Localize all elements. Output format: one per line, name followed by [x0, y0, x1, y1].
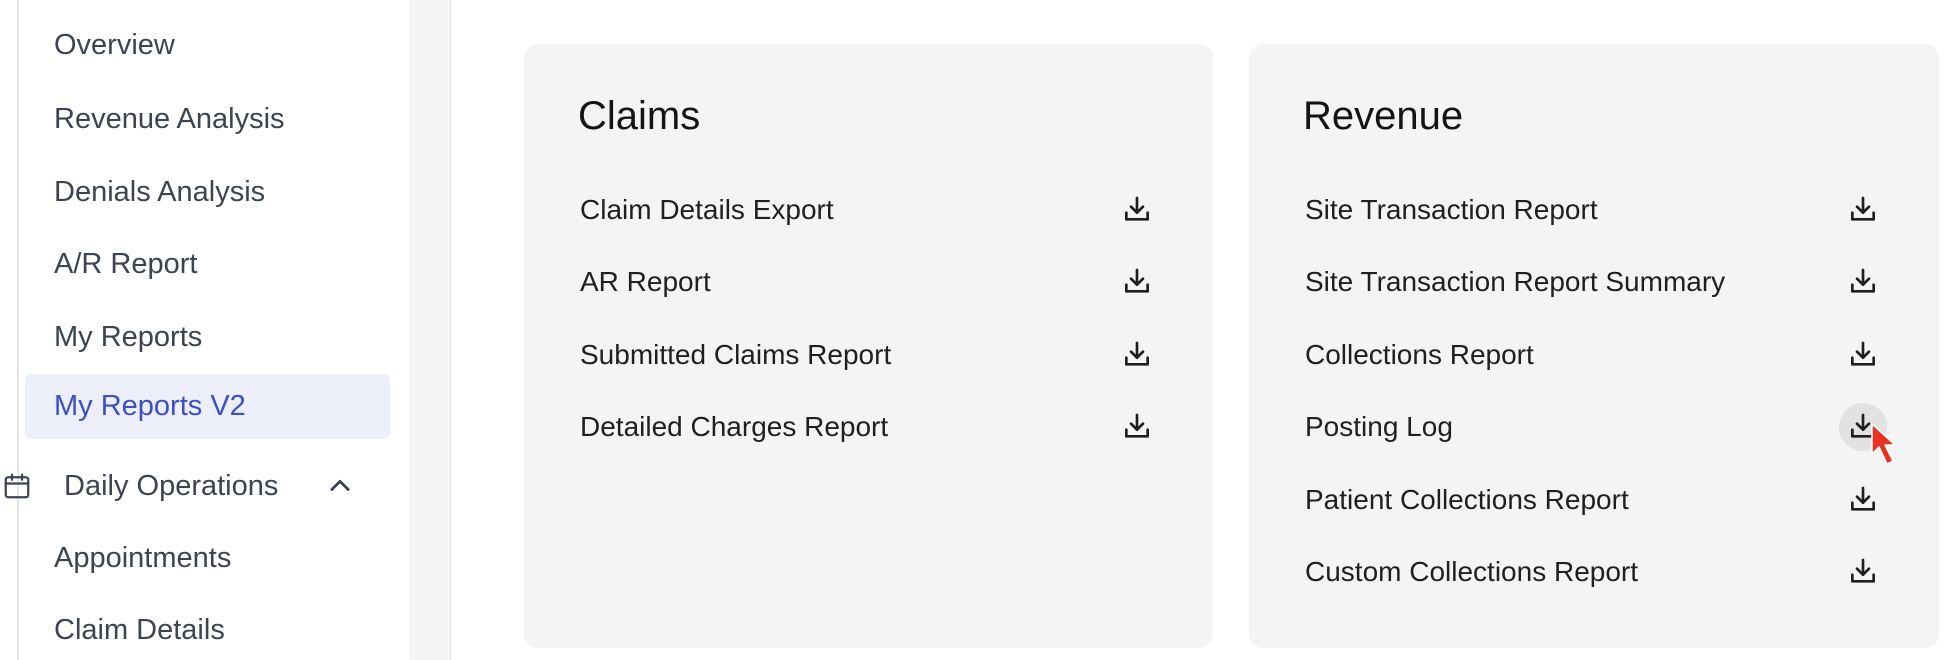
report-row-site-transaction-report-summary[interactable]: Site Transaction Report Summary: [1305, 257, 1899, 307]
download-icon: [1125, 196, 1149, 221]
download-icon: [1851, 268, 1875, 293]
download-icon: [1851, 341, 1875, 366]
download-icon: [1125, 268, 1149, 293]
sidebar-item-label: Overview: [54, 29, 175, 61]
download-button[interactable]: [1839, 331, 1887, 379]
section-daily-operations[interactable]: Daily Operations: [0, 456, 390, 516]
report-row-custom-collections-report[interactable]: Custom Collections Report: [1305, 547, 1899, 597]
download-icon: [1851, 196, 1875, 221]
mouse-cursor-icon: [1871, 423, 1896, 465]
sidebar-divider: [409, 0, 451, 660]
report-label: Site Transaction Report: [1305, 194, 1598, 225]
download-button[interactable]: [1113, 186, 1161, 234]
sidebar: Overview Revenue Analysis Denials Analys…: [0, 0, 409, 660]
calendar-icon: [4, 473, 30, 499]
sidebar-item-label: A/R Report: [54, 248, 198, 280]
report-row-ar-report[interactable]: AR Report: [580, 257, 1173, 307]
download-icon: [1125, 341, 1149, 366]
section-rail: [17, 525, 19, 660]
report-row-site-transaction-report[interactable]: Site Transaction Report: [1305, 185, 1899, 235]
download-button[interactable]: [1113, 331, 1161, 379]
report-row-posting-log[interactable]: Posting Log: [1305, 402, 1899, 452]
section-label: Daily Operations: [64, 469, 279, 502]
download-button[interactable]: [1839, 186, 1887, 234]
sidebar-item-ar-report[interactable]: A/R Report: [25, 232, 390, 297]
report-row-submitted-claims-report[interactable]: Submitted Claims Report: [580, 330, 1173, 380]
sidebar-item-appointments[interactable]: Appointments: [25, 526, 390, 591]
download-icon: [1125, 413, 1149, 438]
download-icon: [1851, 558, 1875, 583]
sidebar-item-my-reports[interactable]: My Reports: [25, 305, 390, 370]
sidebar-item-label: Claim Details: [54, 614, 225, 646]
report-label: AR Report: [580, 266, 711, 297]
card-title: Revenue: [1303, 94, 1464, 138]
sidebar-item-my-reports-v2[interactable]: My Reports V2: [25, 374, 390, 439]
report-row-detailed-charges-report[interactable]: Detailed Charges Report: [580, 402, 1173, 452]
card-title: Claims: [578, 94, 701, 138]
report-label: Posting Log: [1305, 411, 1453, 442]
sidebar-item-label: My Reports: [54, 321, 203, 353]
sidebar-item-claim-details[interactable]: Claim Details: [25, 598, 390, 660]
chevron-up-icon[interactable]: [326, 472, 354, 500]
report-row-patient-collections-report[interactable]: Patient Collections Report: [1305, 475, 1899, 525]
report-label: Claim Details Export: [580, 194, 834, 225]
report-label: Collections Report: [1305, 339, 1534, 370]
report-row-claim-details-export[interactable]: Claim Details Export: [580, 185, 1173, 235]
report-label: Site Transaction Report Summary: [1305, 266, 1726, 297]
download-icon: [1851, 486, 1875, 511]
sidebar-item-label: Denials Analysis: [54, 176, 266, 208]
download-button[interactable]: [1113, 403, 1161, 451]
download-button[interactable]: [1839, 548, 1887, 596]
report-label: Custom Collections Report: [1305, 556, 1639, 587]
sidebar-item-label: Revenue Analysis: [54, 103, 285, 135]
download-button[interactable]: [1839, 476, 1887, 524]
report-row-collections-report[interactable]: Collections Report: [1305, 330, 1899, 380]
download-button[interactable]: [1113, 258, 1161, 306]
sidebar-item-label: My Reports V2: [54, 390, 246, 422]
sidebar-item-denials-analysis[interactable]: Denials Analysis: [25, 160, 390, 225]
revenue-card: Revenue Site Transaction Report Site Tra…: [1249, 44, 1939, 648]
report-label: Submitted Claims Report: [580, 339, 892, 370]
sidebar-item-label: Appointments: [54, 542, 232, 574]
download-button[interactable]: [1839, 258, 1887, 306]
sidebar-item-overview[interactable]: Overview: [25, 13, 390, 78]
claims-card: Claims Claim Details Export AR Report Su…: [524, 44, 1213, 648]
report-label: Detailed Charges Report: [580, 411, 889, 442]
report-label: Patient Collections Report: [1305, 484, 1629, 515]
sidebar-item-revenue-analysis[interactable]: Revenue Analysis: [25, 87, 390, 152]
